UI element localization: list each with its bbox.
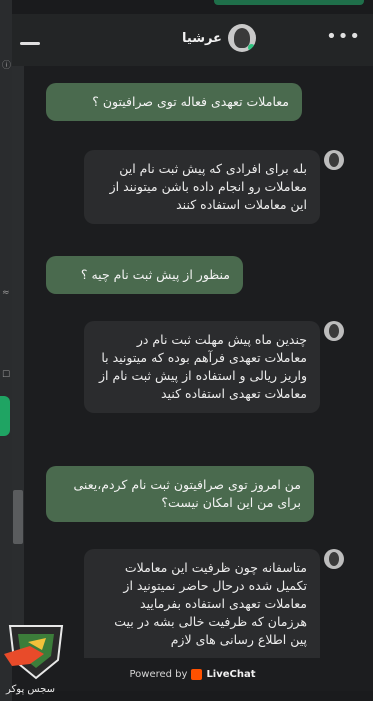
background-approx-icon: ≈ [2, 288, 10, 298]
brand-caption: سجس پوکر [6, 684, 55, 695]
minimize-button[interactable] [20, 42, 40, 45]
agent-name: عرشیا [182, 30, 222, 46]
visitor-message: من امروز توی صرافیتون ثبت نام کردم،یعنی … [46, 466, 314, 522]
agent-info: عرشیا [182, 24, 256, 52]
chat-header: عرشیا ••• [12, 14, 373, 66]
scrollbar-track[interactable] [12, 66, 24, 658]
scrollbar-thumb[interactable] [13, 490, 23, 544]
visitor-message: معاملات تعهدی فعاله توی صرافیتون ؟ [46, 83, 302, 121]
background-page-edge [0, 0, 12, 701]
powered-by-label: Powered by [129, 669, 188, 680]
more-options-button[interactable]: ••• [326, 28, 361, 46]
background-green-tab[interactable] [0, 396, 10, 436]
background-checkbox-icon: ☐ [2, 370, 11, 380]
visitor-message: منظور از پیش ثبت نام چیه ؟ [46, 256, 243, 294]
livechat-link[interactable]: LiveChat [206, 669, 255, 680]
livechat-logo-icon [191, 669, 203, 680]
brand-logo-icon [4, 625, 64, 680]
background-info-icon: ⓘ [2, 61, 12, 71]
agent-mini-avatar [324, 549, 344, 569]
agent-avatar [227, 24, 256, 52]
agent-message: متاسفانه چون ظرفیت این معاملات تکمیل شده… [84, 549, 320, 658]
chat-messages[interactable]: معاملات تعهدی فعاله توی صرافیتون ؟ بله ب… [12, 66, 373, 658]
agent-mini-avatar [324, 150, 344, 170]
background-green-bar [214, 0, 364, 5]
online-status-icon [247, 44, 255, 51]
agent-mini-avatar [324, 321, 344, 341]
agent-message: چندین ماه پیش مهلت ثبت نام در معاملات تع… [84, 321, 320, 413]
agent-message: بله برای افرادی که پیش ثبت نام این معامل… [84, 150, 320, 224]
